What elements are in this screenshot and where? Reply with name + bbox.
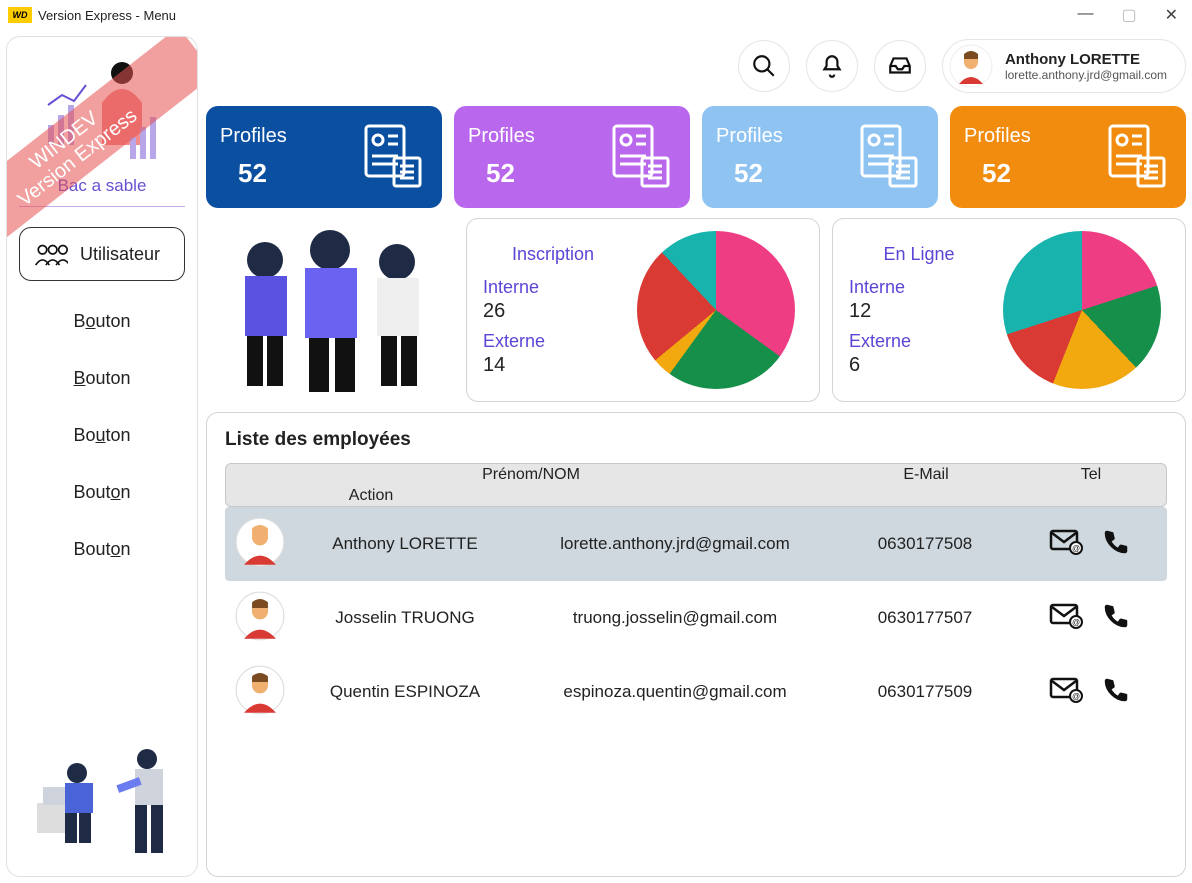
svg-text:@: @	[1072, 618, 1080, 627]
card-label: Profiles	[468, 125, 535, 148]
sidebar-item-label: Utilisateur	[80, 244, 160, 265]
avatar-icon	[235, 591, 285, 641]
cell-name: Anthony LORETTE	[295, 534, 515, 554]
cell-tel: 0630177507	[835, 608, 1015, 628]
document-icon	[1102, 122, 1172, 192]
user-menu[interactable]: Anthony LORETTE lorette.anthony.jrd@gmai…	[942, 39, 1186, 93]
phone-action-icon	[1101, 675, 1131, 705]
stat-card-profiles[interactable]: Profiles 52	[950, 106, 1186, 208]
row-call-button[interactable]	[1101, 675, 1131, 710]
interne-value: 12	[849, 300, 989, 323]
row-email-button[interactable]: @	[1049, 601, 1083, 636]
row-call-button[interactable]	[1101, 601, 1131, 636]
email-action-icon: @	[1049, 601, 1083, 629]
row-call-button[interactable]	[1101, 527, 1131, 562]
inbox-button[interactable]	[874, 40, 926, 92]
cell-email: espinoza.quentin@gmail.com	[515, 682, 835, 702]
window-minimize-icon[interactable]: —	[1077, 5, 1093, 25]
document-icon	[358, 122, 428, 192]
card-value: 52	[982, 158, 1031, 189]
search-button[interactable]	[738, 40, 790, 92]
window-titlebar: WD Version Express - Menu — ▢ ✕	[0, 0, 1192, 30]
employees-list: Liste des employées Prénom/NOM E-Mail Te…	[206, 412, 1186, 877]
sidebar-hero-icon	[7, 37, 197, 176]
svg-text:@: @	[1072, 692, 1080, 701]
table-row[interactable]: Anthony LORETTE lorette.anthony.jrd@gmai…	[225, 507, 1167, 581]
card-value: 52	[486, 158, 535, 189]
interne-value: 26	[483, 300, 623, 323]
app-logo-icon: WD	[8, 7, 32, 23]
col-name: Prénom/NOM	[226, 466, 836, 484]
card-label: Profiles	[964, 125, 1031, 148]
sidebar-item-bouton[interactable]: Bouton	[7, 407, 197, 464]
table-row[interactable]: Quentin ESPINOZA espinoza.quentin@gmail.…	[225, 655, 1167, 729]
search-icon	[751, 53, 777, 79]
avatar-icon	[949, 44, 993, 88]
avatar-icon	[235, 517, 285, 567]
sidebar: WINDEV Version Express Bac a sable	[6, 36, 198, 877]
externe-label: Externe	[849, 331, 989, 352]
panel-enligne: En Ligne Interne 12 Externe 6	[832, 218, 1186, 402]
window-close-icon[interactable]: ✕	[1165, 5, 1178, 25]
externe-value: 6	[849, 354, 989, 377]
document-icon	[854, 122, 924, 192]
topbar: Anthony LORETTE lorette.anthony.jrd@gmai…	[206, 36, 1186, 96]
user-email: lorette.anthony.jrd@gmail.com	[1005, 68, 1167, 82]
phone-action-icon	[1101, 601, 1131, 631]
row-email-button[interactable]: @	[1049, 527, 1083, 562]
sidebar-item-bouton[interactable]: Bouton	[7, 293, 197, 350]
sidebar-title: Bac a sable	[7, 176, 197, 215]
main-area: Anthony LORETTE lorette.anthony.jrd@gmai…	[206, 36, 1186, 877]
card-label: Profiles	[716, 125, 783, 148]
bell-icon	[819, 53, 845, 79]
cell-name: Quentin ESPINOZA	[295, 682, 515, 702]
cell-tel: 0630177509	[835, 682, 1015, 702]
panel-title: Inscription	[483, 244, 623, 265]
externe-value: 14	[483, 354, 623, 377]
list-title: Liste des employées	[225, 429, 1167, 451]
window-title: Version Express - Menu	[38, 8, 176, 23]
users-icon	[34, 240, 68, 268]
sidebar-item-bouton[interactable]: Bouton	[7, 350, 197, 407]
pie-chart-inscription	[637, 231, 795, 389]
notifications-button[interactable]	[806, 40, 858, 92]
panel-inscription: Inscription Interne 26 Externe 14	[466, 218, 820, 402]
interne-label: Interne	[483, 277, 623, 298]
cell-email: truong.josselin@gmail.com	[515, 608, 835, 628]
sidebar-item-bouton[interactable]: Bouton	[7, 521, 197, 578]
externe-label: Externe	[483, 331, 623, 352]
table-header: Prénom/NOM E-Mail Tel Action	[225, 463, 1167, 507]
window-maximize-icon[interactable]: ▢	[1121, 5, 1136, 25]
email-action-icon: @	[1049, 527, 1083, 555]
svg-text:@: @	[1072, 544, 1080, 553]
user-name: Anthony LORETTE	[1005, 51, 1167, 68]
sidebar-item-bouton[interactable]: Bouton	[7, 464, 197, 521]
table-row[interactable]: Josselin TRUONG truong.josselin@gmail.co…	[225, 581, 1167, 655]
col-action: Action	[226, 487, 516, 505]
card-value: 52	[734, 158, 783, 189]
pie-chart-enligne	[1003, 231, 1161, 389]
row-email-button[interactable]: @	[1049, 675, 1083, 710]
interne-label: Interne	[849, 277, 989, 298]
stat-card-profiles[interactable]: Profiles 52	[206, 106, 442, 208]
sidebar-item-utilisateur[interactable]: Utilisateur	[19, 227, 185, 281]
sidebar-footer-illustration	[7, 723, 197, 876]
col-tel: Tel	[1016, 466, 1166, 484]
document-icon	[606, 122, 676, 192]
cell-name: Josselin TRUONG	[295, 608, 515, 628]
card-value: 52	[238, 158, 287, 189]
phone-action-icon	[1101, 527, 1131, 557]
email-action-icon: @	[1049, 675, 1083, 703]
card-label: Profiles	[220, 125, 287, 148]
avatar-icon	[235, 665, 285, 715]
inbox-icon	[887, 53, 913, 79]
col-email: E-Mail	[836, 466, 1016, 484]
people-illustration	[206, 218, 454, 402]
cell-tel: 0630177508	[835, 534, 1015, 554]
panel-title: En Ligne	[849, 244, 989, 265]
stat-card-profiles[interactable]: Profiles 52	[454, 106, 690, 208]
stat-card-profiles[interactable]: Profiles 52	[702, 106, 938, 208]
cell-email: lorette.anthony.jrd@gmail.com	[515, 534, 835, 554]
